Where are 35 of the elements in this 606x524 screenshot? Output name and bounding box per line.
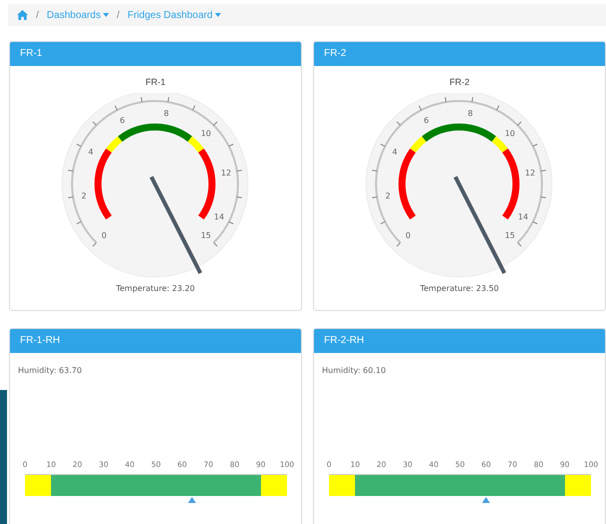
gauge-label: 12: [221, 168, 232, 178]
panel-header: FR-1-RH: [10, 329, 301, 353]
gauge-label: 14: [214, 212, 224, 222]
gauge-label: 10: [504, 129, 515, 138]
temperature-reading: Temperature: 23.20: [116, 284, 195, 293]
gauge-label: 0: [406, 230, 411, 240]
gauge-label: 15: [504, 230, 515, 240]
breadcrumb-separator: /: [116, 10, 120, 20]
gauge-label: 4: [392, 147, 398, 156]
gauge-label: 10: [200, 129, 211, 138]
gauge-label: 0: [102, 230, 107, 240]
panel-header: FR-1: [10, 42, 301, 66]
gauge-label: 8: [468, 108, 473, 118]
humidity-reading: Humidity: 60.10: [321, 365, 387, 375]
caret-icon: [102, 13, 109, 17]
breadcrumb-link[interactable]: Dashboards: [46, 10, 109, 20]
gauge-label: 2: [385, 191, 390, 200]
gauge-label: 15: [200, 230, 211, 240]
humidity-reading: Humidity: 63.70: [17, 365, 83, 375]
gauge-label: 8: [164, 108, 169, 118]
panel-header: FR-2-RH: [314, 329, 605, 353]
temperature-reading: Temperature: 23.50: [420, 284, 499, 293]
home-icon[interactable]: [17, 10, 28, 20]
gauge-label: 14: [518, 212, 528, 222]
panel-header: FR-2: [314, 42, 605, 66]
caret-icon: [214, 13, 221, 17]
gauge-label: 6: [424, 116, 429, 125]
gauge-label: 4: [88, 147, 94, 156]
gauge-label: 6: [120, 116, 125, 125]
chart-title: FR-2: [450, 77, 470, 89]
gauge-label: 2: [81, 191, 86, 200]
gauge-label: 12: [525, 168, 536, 178]
breadcrumb-separator: /: [36, 10, 39, 20]
breadcrumb-link[interactable]: Fridges Dashboard: [127, 10, 221, 20]
chart-title: FR-1: [146, 77, 166, 89]
